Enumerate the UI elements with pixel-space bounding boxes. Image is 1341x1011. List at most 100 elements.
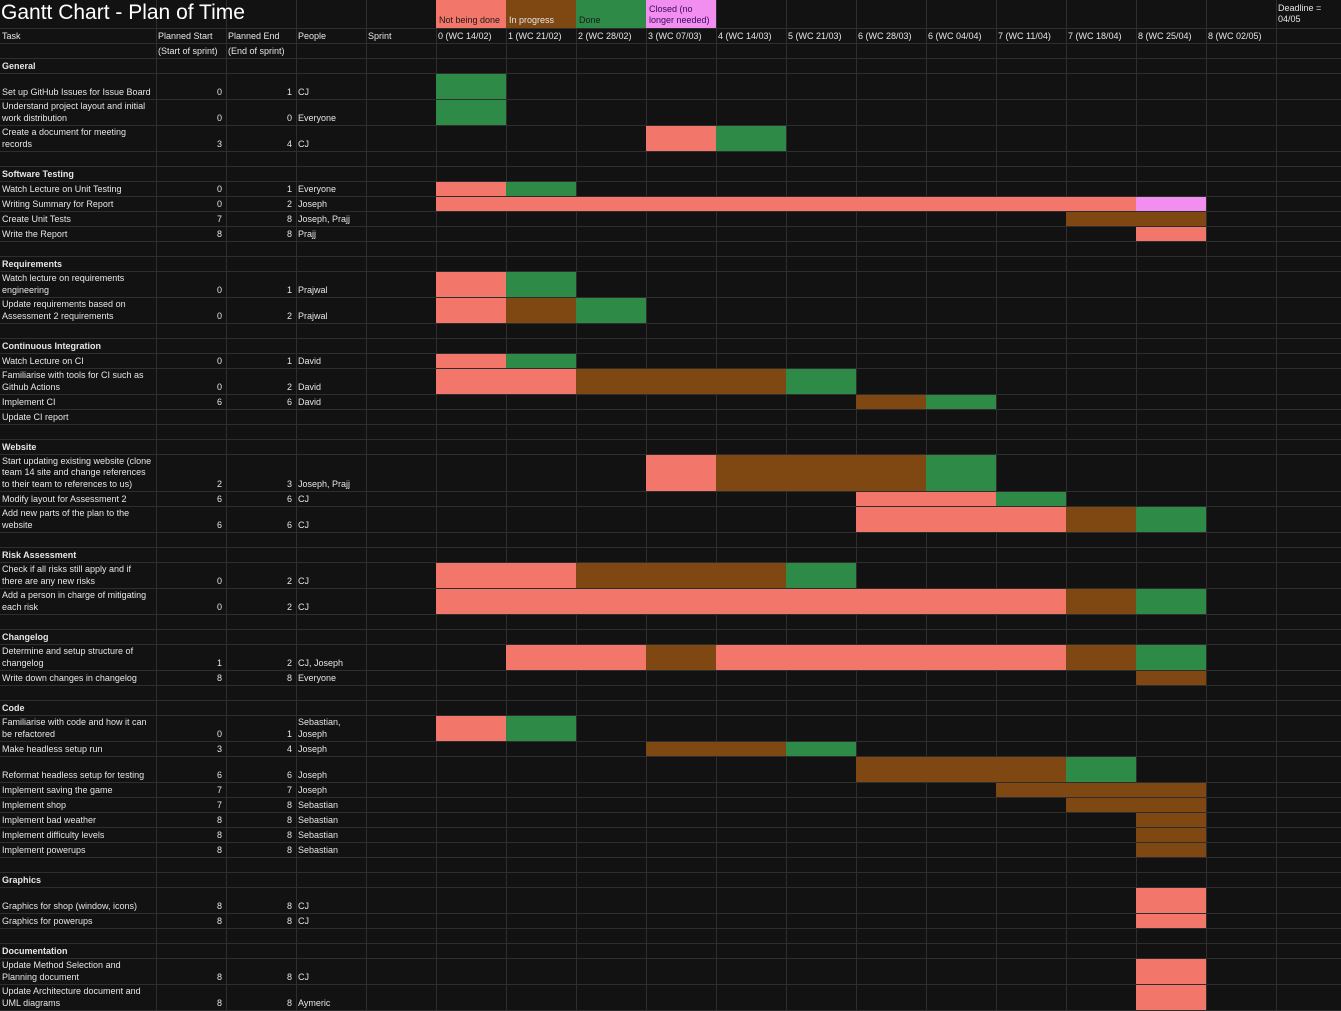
task-name: Create Unit Tests	[2, 213, 71, 224]
planned-start-value: 7	[216, 784, 222, 795]
task-name: Reformat headless setup for testing	[2, 769, 145, 780]
header-sprint: Sprint	[368, 30, 392, 41]
planned-end-value: 1	[286, 183, 292, 194]
week-header: 4 (WC 14/03)	[718, 30, 772, 41]
planned-end-value: 6	[286, 519, 292, 530]
gantt-bar-done	[506, 716, 576, 741]
planned-start-value: 6	[216, 519, 222, 530]
gantt-bar-not-being-done	[506, 563, 576, 588]
gantt-bar-done	[506, 182, 576, 196]
task-name: Start updating existing website (clone t…	[2, 455, 152, 489]
gantt-bar-not-being-done	[646, 455, 716, 491]
gantt-bar-in-progress	[506, 298, 576, 323]
gantt-bar-in-progress	[646, 645, 716, 670]
planned-end-value: 3	[286, 478, 292, 489]
legend-in-progress: In progress	[506, 0, 576, 28]
gantt-bar-closed	[1136, 197, 1206, 211]
header-task: Task	[2, 30, 21, 41]
task-name: Watch Lecture on Unit Testing	[2, 183, 122, 194]
planned-end-value: 8	[286, 228, 292, 239]
planned-start-value: 8	[216, 997, 222, 1008]
header-people: People	[298, 30, 327, 41]
people-value: Sebastian	[298, 799, 339, 810]
week-header: 2 (WC 28/02)	[578, 30, 632, 41]
planned-start-value: 2	[216, 478, 222, 489]
legend-closed: Closed (no longer needed)	[646, 0, 716, 28]
gantt-bar-not-being-done	[646, 126, 716, 151]
task-name: Implement powerups	[2, 844, 86, 855]
planned-end-value: 1	[286, 355, 292, 366]
planned-start-value: 0	[216, 575, 222, 586]
gantt-bar-not-being-done	[436, 182, 506, 196]
planned-start-value: 3	[216, 743, 222, 754]
gantt-bar-not-being-done	[996, 507, 1066, 532]
gantt-bar-in-progress	[576, 563, 646, 588]
gantt-bar-not-being-done	[506, 645, 576, 670]
gantt-bar-done	[926, 395, 996, 409]
gantt-bar-not-being-done	[716, 645, 786, 670]
week-header: 7 (WC 11/04)	[998, 30, 1051, 41]
people-value: Prajwal	[298, 284, 328, 295]
planned-end-value: 8	[286, 844, 292, 855]
people-value: David	[298, 396, 322, 407]
gantt-bar-not-being-done	[506, 197, 576, 211]
planned-start-value: 0	[216, 381, 222, 392]
gantt-bar-done	[926, 455, 996, 491]
gantt-bar-not-being-done	[856, 507, 926, 532]
section-header: General	[2, 60, 36, 71]
gantt-bar-not-being-done	[436, 563, 506, 588]
gantt-bar-not-being-done	[436, 716, 506, 741]
section-header: Documentation	[2, 945, 68, 956]
section-header: Graphics	[2, 874, 42, 885]
legend-not-being-done: Not being done	[436, 0, 506, 28]
grid-line-horizontal	[0, 532, 1341, 533]
people-value: Joseph	[298, 198, 328, 209]
week-header: 0 (WC 14/02)	[438, 30, 492, 41]
people-value: CJ	[298, 493, 309, 504]
header-planned-end: Planned End	[228, 30, 280, 41]
week-header: 1 (WC 21/02)	[508, 30, 562, 41]
planned-start-value: 8	[216, 829, 222, 840]
legend-done: Done	[576, 0, 646, 28]
gantt-bar-in-progress	[576, 369, 646, 394]
task-name: Make headless setup run	[2, 743, 103, 754]
task-name: Implement shop	[2, 799, 67, 810]
gantt-bar-not-being-done	[856, 492, 926, 506]
task-name: Implement saving the game	[2, 784, 113, 795]
people-value: CJ	[298, 601, 309, 612]
planned-start-value: 3	[216, 138, 222, 149]
gantt-bar-not-being-done	[856, 197, 926, 211]
task-name: Understand project layout and initial wo…	[2, 101, 146, 123]
task-name: Modify layout for Assessment 2	[2, 493, 127, 504]
people-value: David	[298, 381, 322, 392]
people-value: CJ	[298, 138, 309, 149]
task-name: Update Method Selection and Planning doc…	[2, 960, 121, 982]
planned-start-value: 0	[216, 728, 222, 739]
task-name: Check if all risks still apply and if th…	[2, 564, 132, 586]
gantt-bar-not-being-done	[926, 589, 996, 614]
gantt-bar-in-progress	[1136, 212, 1206, 226]
gantt-bar-done	[506, 272, 576, 297]
gantt-bar-not-being-done	[1136, 888, 1206, 913]
gantt-bar-done	[786, 369, 856, 394]
people-value: CJ	[298, 86, 309, 97]
planned-end-value: 8	[286, 971, 292, 982]
people-value: CJ	[298, 971, 309, 982]
planned-start-value: 8	[216, 672, 222, 683]
task-name: Implement bad weather	[2, 814, 97, 825]
deadline-label: Deadline = 04/05	[1278, 3, 1322, 24]
task-name: Familiarise with tools for CI such as Gi…	[2, 370, 144, 392]
gantt-bar-not-being-done	[786, 589, 856, 614]
planned-end-value: 1	[286, 284, 292, 295]
people-value: Sebastian, Joseph	[298, 717, 341, 739]
people-value: CJ	[298, 519, 309, 530]
task-name: Add new parts of the plan to the website	[2, 508, 130, 530]
grid-line-horizontal	[0, 928, 1341, 929]
gantt-bar-not-being-done	[926, 492, 996, 506]
gantt-bar-not-being-done	[436, 197, 506, 211]
people-value: Sebastian	[298, 829, 339, 840]
people-value: Joseph	[298, 769, 328, 780]
gantt-bar-not-being-done	[436, 354, 506, 368]
people-value: David	[298, 355, 322, 366]
gantt-bar-not-being-done	[926, 197, 996, 211]
